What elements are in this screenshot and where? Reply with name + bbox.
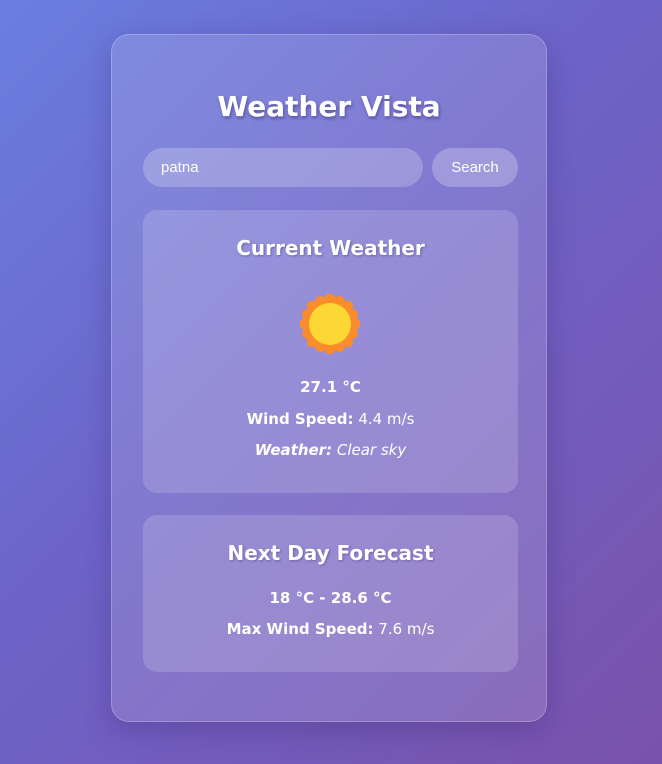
search-button[interactable]: Search bbox=[432, 148, 518, 187]
wind-speed-value: 4.4 m/s bbox=[358, 410, 415, 428]
sun-core bbox=[309, 303, 351, 345]
forecast-heading: Next Day Forecast bbox=[227, 541, 434, 565]
wind-speed-label: Wind Speed: bbox=[246, 410, 354, 428]
current-weather-heading: Current Weather bbox=[236, 236, 425, 260]
weather-label: Weather: bbox=[254, 441, 333, 459]
forecast-panel: Next Day Forecast 18 °C - 28.6 °C Max Wi… bbox=[143, 515, 518, 672]
current-weather-panel: Current Weather 27.1 °C Wind Speed: 4.4 … bbox=[143, 210, 518, 493]
weather-condition-row: Weather: Clear sky bbox=[143, 440, 518, 460]
max-wind-row: Max Wind Speed: 7.6 m/s bbox=[143, 619, 518, 639]
forecast-temp-range: 18 °C - 28.6 °C bbox=[269, 589, 392, 607]
max-wind-value: 7.6 m/s bbox=[378, 620, 435, 638]
current-temperature: 27.1 °C bbox=[300, 378, 361, 396]
city-search-input[interactable] bbox=[143, 148, 423, 187]
sun-icon bbox=[300, 294, 360, 354]
wind-speed-row: Wind Speed: 4.4 m/s bbox=[143, 409, 518, 429]
app-title: Weather Vista bbox=[217, 90, 441, 123]
weather-value: Clear sky bbox=[336, 441, 407, 459]
weather-card: Weather Vista Search Current Weather bbox=[111, 34, 547, 722]
max-wind-label: Max Wind Speed: bbox=[226, 620, 374, 638]
